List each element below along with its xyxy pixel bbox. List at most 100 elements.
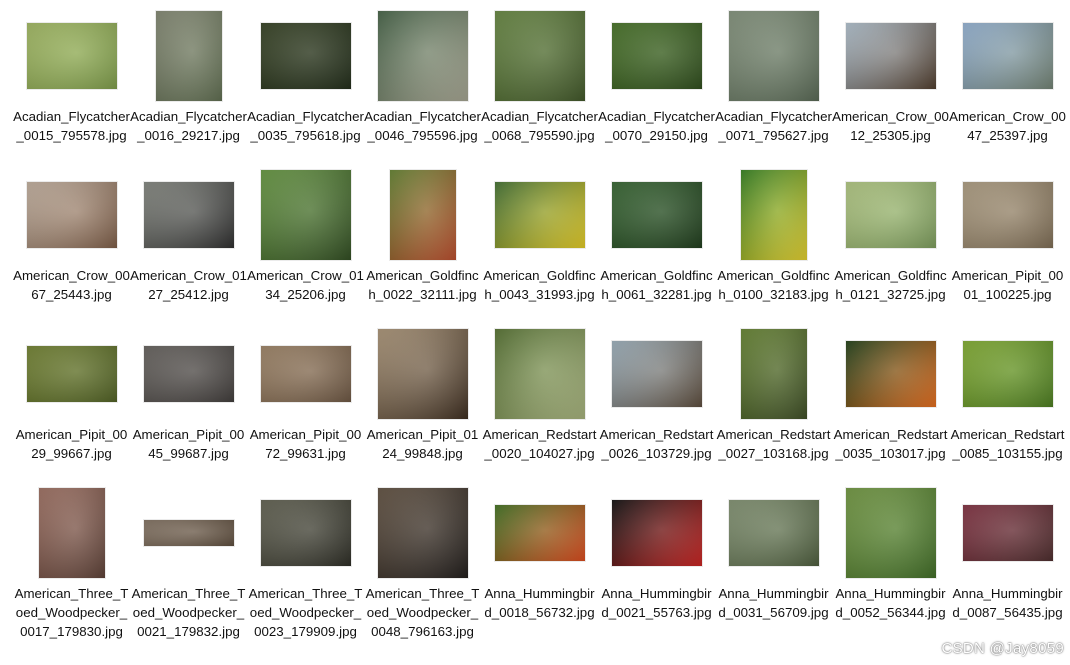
file-item[interactable]: American_Goldfinch_0061_32281.jpg bbox=[598, 165, 715, 324]
image-thumbnail[interactable] bbox=[845, 488, 936, 578]
thumbnail-frame bbox=[13, 324, 130, 424]
image-thumbnail[interactable] bbox=[962, 23, 1053, 89]
file-item[interactable]: American_Goldfinch_0043_31993.jpg bbox=[481, 165, 598, 324]
image-thumbnail[interactable] bbox=[728, 11, 819, 101]
file-name-label: Anna_Hummingbird_0031_56709.jpg bbox=[718, 586, 829, 620]
image-thumbnail[interactable] bbox=[143, 346, 234, 402]
image-thumbnail[interactable] bbox=[494, 182, 585, 248]
file-item[interactable]: Acadian_Flycatcher_0068_795590.jpg bbox=[481, 6, 598, 165]
image-thumbnail[interactable] bbox=[611, 182, 702, 248]
image-thumbnail[interactable] bbox=[740, 329, 807, 419]
image-thumbnail[interactable] bbox=[740, 170, 807, 260]
file-name-label: American_Goldfinch_0043_31993.jpg bbox=[483, 268, 596, 302]
file-item[interactable]: American_Pipit_0029_99667.jpg bbox=[13, 324, 130, 483]
image-thumbnail[interactable] bbox=[845, 23, 936, 89]
image-thumbnail[interactable] bbox=[728, 500, 819, 566]
file-item[interactable]: Acadian_Flycatcher_0016_29217.jpg bbox=[130, 6, 247, 165]
file-name-label: American_Redstart_0027_103168.jpg bbox=[716, 427, 831, 461]
file-item[interactable]: American_Redstart_0026_103729.jpg bbox=[598, 324, 715, 483]
file-item[interactable]: Anna_Hummingbird_0031_56709.jpg bbox=[715, 483, 832, 642]
image-thumbnail[interactable] bbox=[143, 520, 234, 546]
image-thumbnail[interactable] bbox=[494, 329, 585, 419]
thumbnail-frame bbox=[130, 6, 247, 106]
file-item[interactable]: Acadian_Flycatcher_0071_795627.jpg bbox=[715, 6, 832, 165]
file-name-label: Acadian_Flycatcher_0070_29150.jpg bbox=[598, 109, 715, 143]
image-thumbnail[interactable] bbox=[962, 341, 1053, 407]
file-name-label: American_Redstart_0026_103729.jpg bbox=[599, 427, 714, 461]
file-item[interactable]: American_Three_Toed_Woodpecker_0023_1799… bbox=[247, 483, 364, 642]
image-thumbnail[interactable] bbox=[494, 11, 585, 101]
file-item[interactable]: American_Goldfinch_0022_32111.jpg bbox=[364, 165, 481, 324]
thumbnail-frame bbox=[598, 483, 715, 583]
file-item[interactable]: American_Goldfinch_0121_32725.jpg bbox=[832, 165, 949, 324]
file-item[interactable]: Acadian_Flycatcher_0070_29150.jpg bbox=[598, 6, 715, 165]
file-name-label: Acadian_Flycatcher_0016_29217.jpg bbox=[130, 109, 247, 143]
file-name-label: American_Three_Toed_Woodpecker_0021_1798… bbox=[131, 586, 246, 639]
file-name-label: Anna_Hummingbird_0018_56732.jpg bbox=[484, 586, 595, 620]
image-thumbnail[interactable] bbox=[845, 182, 936, 248]
image-thumbnail[interactable] bbox=[26, 182, 117, 248]
thumbnail-frame bbox=[949, 324, 1066, 424]
image-thumbnail[interactable] bbox=[260, 346, 351, 402]
file-item[interactable]: American_Crow_0012_25305.jpg bbox=[832, 6, 949, 165]
file-item[interactable]: Anna_Hummingbird_0087_56435.jpg bbox=[949, 483, 1066, 642]
file-item[interactable]: American_Crow_0067_25443.jpg bbox=[13, 165, 130, 324]
file-item[interactable]: American_Goldfinch_0100_32183.jpg bbox=[715, 165, 832, 324]
image-thumbnail[interactable] bbox=[611, 500, 702, 566]
thumbnail-frame bbox=[364, 6, 481, 106]
image-thumbnail[interactable] bbox=[611, 341, 702, 407]
file-item[interactable]: American_Three_Toed_Woodpecker_0048_7961… bbox=[364, 483, 481, 642]
image-thumbnail[interactable] bbox=[377, 11, 468, 101]
image-thumbnail[interactable] bbox=[38, 488, 105, 578]
file-item[interactable]: American_Three_Toed_Woodpecker_0017_1798… bbox=[13, 483, 130, 642]
image-thumbnail[interactable] bbox=[389, 170, 456, 260]
file-name-label: American_Three_Toed_Woodpecker_0048_7961… bbox=[365, 586, 480, 639]
file-item[interactable]: American_Crow_0134_25206.jpg bbox=[247, 165, 364, 324]
thumbnail-frame bbox=[715, 483, 832, 583]
thumbnail-frame bbox=[481, 165, 598, 265]
image-thumbnail[interactable] bbox=[962, 182, 1053, 248]
thumbnail-frame bbox=[949, 6, 1066, 106]
file-item[interactable]: Anna_Hummingbird_0052_56344.jpg bbox=[832, 483, 949, 642]
image-thumbnail[interactable] bbox=[26, 346, 117, 402]
file-item[interactable]: American_Pipit_0072_99631.jpg bbox=[247, 324, 364, 483]
image-thumbnail[interactable] bbox=[494, 505, 585, 561]
file-item[interactable]: American_Crow_0127_25412.jpg bbox=[130, 165, 247, 324]
image-thumbnail[interactable] bbox=[962, 505, 1053, 561]
image-thumbnail[interactable] bbox=[845, 341, 936, 407]
file-item[interactable]: American_Pipit_0045_99687.jpg bbox=[130, 324, 247, 483]
image-thumbnail[interactable] bbox=[611, 23, 702, 89]
file-item[interactable]: American_Redstart_0020_104027.jpg bbox=[481, 324, 598, 483]
file-item[interactable]: Anna_Hummingbird_0021_55763.jpg bbox=[598, 483, 715, 642]
file-name-label: American_Pipit_0124_99848.jpg bbox=[366, 427, 479, 461]
thumbnail-frame bbox=[715, 324, 832, 424]
thumbnail-frame bbox=[481, 483, 598, 583]
thumbnail-frame bbox=[481, 324, 598, 424]
file-item[interactable]: Acadian_Flycatcher_0046_795596.jpg bbox=[364, 6, 481, 165]
thumbnail-frame bbox=[13, 165, 130, 265]
file-item[interactable]: American_Pipit_0001_100225.jpg bbox=[949, 165, 1066, 324]
thumbnail-frame bbox=[247, 483, 364, 583]
file-name-label: American_Crow_0047_25397.jpg bbox=[949, 109, 1066, 143]
image-thumbnail[interactable] bbox=[260, 170, 351, 260]
file-name-label: American_Goldfinch_0022_32111.jpg bbox=[366, 268, 479, 302]
image-thumbnail[interactable] bbox=[155, 11, 222, 101]
file-item[interactable]: Acadian_Flycatcher_0035_795618.jpg bbox=[247, 6, 364, 165]
image-thumbnail[interactable] bbox=[143, 182, 234, 248]
image-thumbnail[interactable] bbox=[260, 500, 351, 566]
file-item[interactable]: Anna_Hummingbird_0018_56732.jpg bbox=[481, 483, 598, 642]
file-item[interactable]: American_Redstart_0035_103017.jpg bbox=[832, 324, 949, 483]
image-thumbnail[interactable] bbox=[26, 23, 117, 89]
thumbnail-frame bbox=[598, 165, 715, 265]
image-thumbnail[interactable] bbox=[260, 23, 351, 89]
file-item[interactable]: Acadian_Flycatcher_0015_795578.jpg bbox=[13, 6, 130, 165]
file-item[interactable]: American_Crow_0047_25397.jpg bbox=[949, 6, 1066, 165]
file-name-label: American_Three_Toed_Woodpecker_0017_1798… bbox=[14, 586, 129, 639]
image-thumbnail[interactable] bbox=[377, 488, 468, 578]
file-item[interactable]: American_Redstart_0027_103168.jpg bbox=[715, 324, 832, 483]
file-item[interactable]: American_Redstart_0085_103155.jpg bbox=[949, 324, 1066, 483]
image-thumbnail[interactable] bbox=[377, 329, 468, 419]
file-item[interactable]: American_Pipit_0124_99848.jpg bbox=[364, 324, 481, 483]
file-item[interactable]: American_Three_Toed_Woodpecker_0021_1798… bbox=[130, 483, 247, 642]
file-name-label: American_Redstart_0020_104027.jpg bbox=[482, 427, 597, 461]
